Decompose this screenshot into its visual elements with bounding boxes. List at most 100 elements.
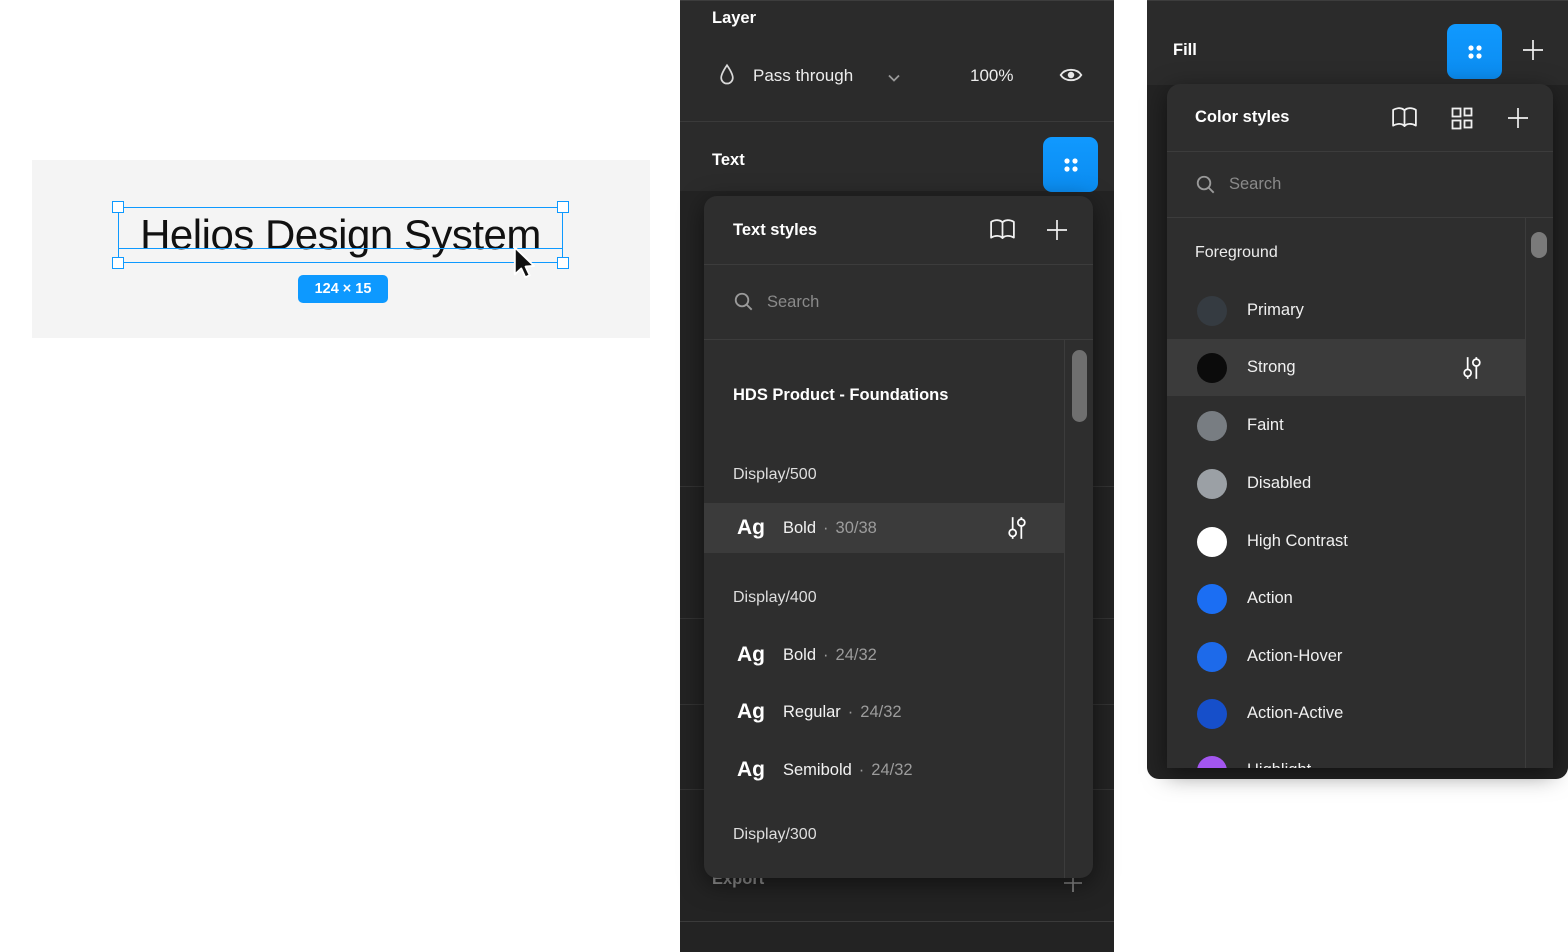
create-text-style-button[interactable] <box>1044 217 1070 243</box>
separator-dot: · <box>823 519 829 538</box>
plus-icon <box>1044 217 1070 243</box>
cursor-arrow-icon <box>505 245 539 286</box>
color-style-option-highlight[interactable]: Highlight <box>1167 742 1525 768</box>
color-name: Highlight <box>1247 761 1311 768</box>
color-name: Primary <box>1247 301 1304 320</box>
text-styles-popup-title: Text styles <box>733 221 817 240</box>
blend-droplet-icon <box>716 62 738 95</box>
fill-section-title: Fill <box>1173 41 1197 60</box>
text-styles-button[interactable] <box>1043 137 1098 192</box>
selection-handle-top-right[interactable] <box>557 201 569 213</box>
color-name: Action-Active <box>1247 704 1343 723</box>
scrollbar-track <box>1064 340 1065 878</box>
color-swatch <box>1197 469 1227 499</box>
scrollbar-thumb[interactable] <box>1531 232 1547 258</box>
text-style-option-semibold-24[interactable]: Ag Semibold · 24/32 <box>704 745 1064 795</box>
color-swatch <box>1197 296 1227 326</box>
text-section-title: Text <box>712 151 745 170</box>
color-styles-popup-title: Color styles <box>1195 108 1289 127</box>
style-name: Semibold <box>783 761 852 780</box>
style-name: Bold <box>783 646 816 665</box>
color-name: Action-Hover <box>1247 647 1342 666</box>
text-style-option-bold-30[interactable]: Ag Bold · 30/38 <box>704 503 1064 553</box>
design-canvas[interactable]: Helios Design System 124 × 15 <box>32 160 650 338</box>
color-style-option-action-active[interactable]: Action-Active <box>1167 685 1525 742</box>
layer-section-title: Layer <box>712 9 756 28</box>
color-swatch <box>1197 527 1227 557</box>
color-swatch <box>1197 353 1227 383</box>
blend-mode-select[interactable]: Pass through <box>753 66 853 86</box>
style-value: 24/32 <box>860 703 901 722</box>
text-styles-search-input[interactable] <box>767 293 1007 312</box>
style-section-label: Display/500 <box>704 458 817 492</box>
separator-dot: · <box>859 761 865 780</box>
canvas-headline-text[interactable]: Helios Design System <box>119 208 562 262</box>
color-swatch <box>1197 584 1227 614</box>
plus-icon <box>1519 36 1547 64</box>
eye-icon[interactable] <box>1058 64 1084 91</box>
color-swatch <box>1197 642 1227 672</box>
style-preview: Ag <box>737 643 765 667</box>
layer-opacity-field[interactable]: 100% <box>970 66 1013 86</box>
color-style-option-action-hover[interactable]: Action-Hover <box>1167 628 1525 685</box>
style-section-label: Display/400 <box>704 581 817 615</box>
color-style-option-primary[interactable]: Primary <box>1167 282 1525 339</box>
style-value: 24/32 <box>836 646 877 665</box>
color-swatch <box>1197 699 1227 729</box>
scrollbar-track <box>1525 218 1526 768</box>
color-styles-button[interactable] <box>1447 24 1502 79</box>
color-style-option-faint[interactable]: Faint <box>1167 397 1525 454</box>
grid-view-icon <box>1449 105 1475 131</box>
edit-style-sliders-icon[interactable] <box>1006 515 1028 541</box>
selection-handle-bottom-right[interactable] <box>557 257 569 269</box>
color-style-option-strong[interactable]: Strong <box>1167 339 1525 396</box>
color-name: High Contrast <box>1247 532 1348 551</box>
style-value: 24/32 <box>871 761 912 780</box>
add-fill-button[interactable] <box>1519 36 1547 64</box>
color-style-option-high-contrast[interactable]: High Contrast <box>1167 513 1525 570</box>
figma-workspace: Helios Design System 124 × 15 Layer Pass… <box>0 0 1568 952</box>
selection-handle-bottom-left[interactable] <box>112 257 124 269</box>
color-name: Action <box>1247 589 1293 608</box>
plus-icon <box>1505 105 1531 131</box>
color-swatch <box>1197 411 1227 441</box>
search-icon <box>733 291 755 313</box>
separator-dot: · <box>848 703 854 722</box>
four-dots-icon <box>1056 150 1086 180</box>
separator-dot: · <box>823 646 829 665</box>
open-book-icon <box>988 217 1017 243</box>
style-name: Bold <box>783 519 816 538</box>
style-preview: Ag <box>737 758 765 782</box>
text-style-option-regular-24[interactable]: Ag Regular · 24/32 <box>704 687 1064 737</box>
color-name: Faint <box>1247 416 1284 435</box>
color-name: Strong <box>1247 358 1296 377</box>
grid-view-button[interactable] <box>1449 105 1475 131</box>
open-library-button[interactable] <box>988 217 1017 243</box>
open-library-button[interactable] <box>1390 105 1419 131</box>
color-styles-search-input[interactable] <box>1229 175 1469 194</box>
create-color-style-button[interactable] <box>1505 105 1531 131</box>
scrollbar-thumb[interactable] <box>1072 350 1087 422</box>
size-badge: 124 × 15 <box>298 275 388 303</box>
library-header: HDS Product - Foundations <box>733 386 948 405</box>
style-name: Regular <box>783 703 841 722</box>
color-swatch <box>1197 756 1227 769</box>
open-book-icon <box>1390 105 1419 131</box>
text-baseline-indicator <box>118 248 563 249</box>
selected-text-layer[interactable]: Helios Design System <box>118 207 563 263</box>
four-dots-icon <box>1460 37 1490 67</box>
section-divider <box>680 121 1114 122</box>
edit-style-sliders-icon[interactable] <box>1461 355 1483 381</box>
text-styles-popup: Text styles <box>704 196 1093 878</box>
style-preview: Ag <box>737 700 765 724</box>
text-style-option-bold-24[interactable]: Ag Bold · 24/32 <box>704 630 1064 680</box>
color-styles-popup: Color styles <box>1167 84 1553 768</box>
chevron-down-icon[interactable] <box>886 71 902 89</box>
color-style-option-action[interactable]: Action <box>1167 570 1525 627</box>
style-value: 30/38 <box>836 519 877 538</box>
color-style-option-disabled[interactable]: Disabled <box>1167 455 1525 512</box>
color-group-header: Foreground <box>1167 236 1278 270</box>
color-name: Disabled <box>1247 474 1311 493</box>
style-preview: Ag <box>737 516 765 540</box>
selection-handle-top-left[interactable] <box>112 201 124 213</box>
